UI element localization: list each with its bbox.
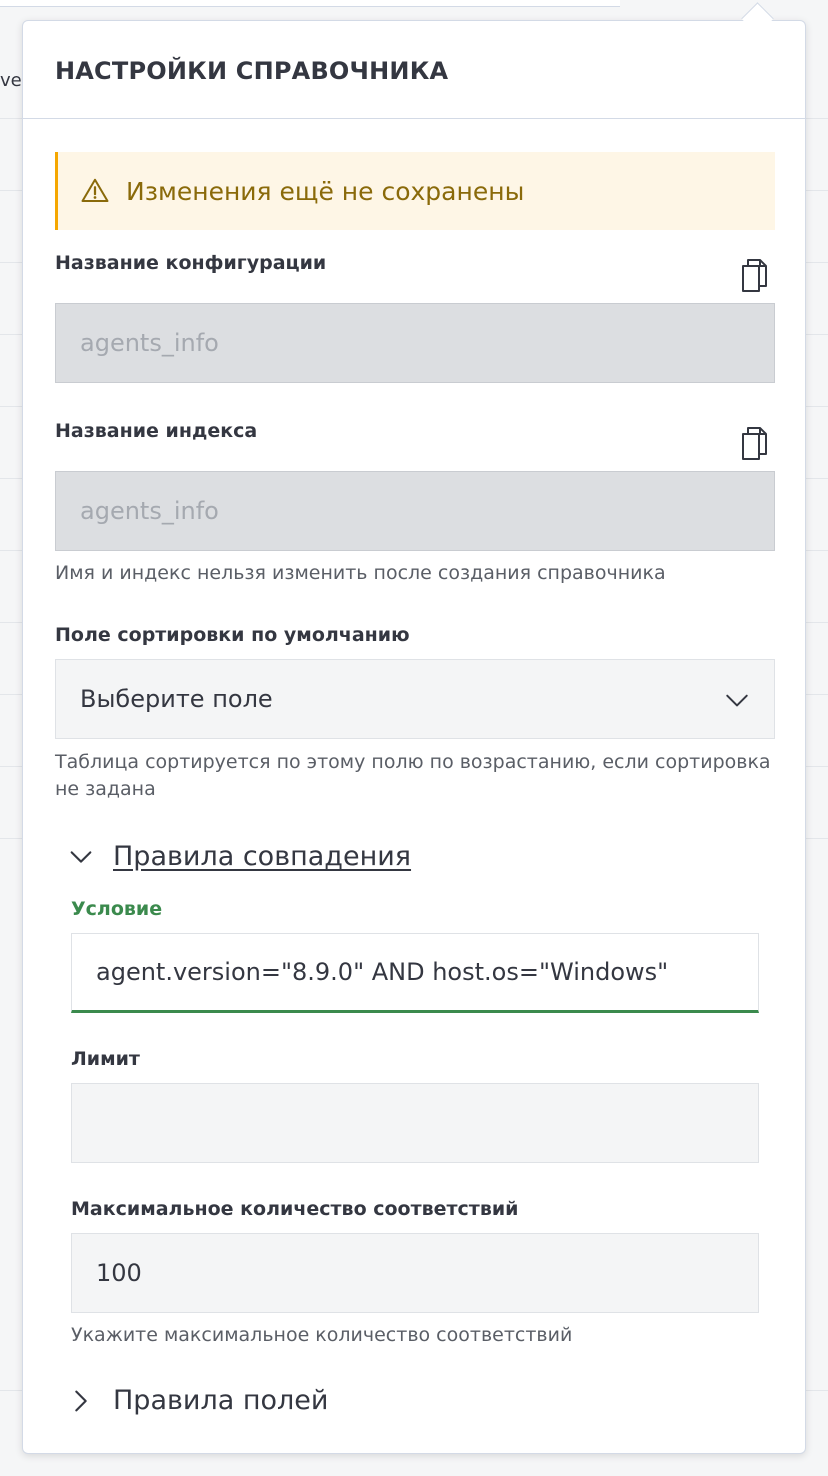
field-rules-toggle[interactable]: Правила полей (67, 1385, 328, 1416)
condition-value: agent.version="8.9.0" AND host.os="Windo… (96, 958, 669, 986)
max-matches-label: Максимальное количество соответствий (71, 1198, 519, 1220)
max-matches-help-text: Укажите максимальное количество соответс… (71, 1324, 573, 1346)
max-matches-value: 100 (96, 1259, 142, 1287)
limit-input[interactable] (71, 1083, 759, 1163)
max-matches-input[interactable]: 100 (71, 1233, 759, 1313)
condition-label: Условие (71, 898, 163, 920)
copy-icon (742, 427, 767, 460)
chevron-right-icon (75, 1390, 87, 1411)
limit-label: Лимит (71, 1048, 140, 1070)
index-name-field[interactable]: agents_info (55, 471, 775, 551)
name-index-help-text: Имя и индекс нельзя изменить после созда… (55, 562, 666, 584)
sort-field-help-text: Таблица сортируется по этому полю по воз… (55, 751, 771, 800)
chevron-down-icon (726, 694, 748, 707)
condition-input[interactable]: agent.version="8.9.0" AND host.os="Windo… (71, 933, 759, 1013)
copy-config-name-button[interactable] (737, 257, 769, 293)
field-rules-title: Правила полей (113, 1385, 329, 1416)
sort-field-select[interactable]: Выберите поле (55, 659, 775, 739)
config-name-label: Название конфигурации (55, 252, 327, 274)
background-clipped-text: ver (0, 70, 22, 91)
config-name-value: agents_info (80, 329, 219, 357)
popover-header: НАСТРОЙКИ СПРАВОЧНИКА (23, 21, 805, 119)
match-rules-toggle[interactable]: Правила совпадения (67, 841, 411, 872)
sort-field-selected-value: Выберите поле (80, 685, 273, 713)
config-name-field[interactable]: agents_info (55, 303, 775, 383)
index-name-label: Название индекса (55, 420, 258, 442)
sort-field-label: Поле сортировки по умолчанию (55, 624, 410, 646)
match-rules-title: Правила совпадения (113, 841, 412, 872)
index-name-value: agents_info (80, 497, 219, 525)
copy-icon (742, 259, 767, 292)
copy-index-name-button[interactable] (737, 425, 769, 461)
background-top-bar (0, 0, 620, 7)
chevron-down-icon (70, 850, 92, 863)
popover-title: НАСТРОЙКИ СПРАВОЧНИКА (55, 57, 449, 85)
unsaved-changes-callout: Изменения ещё не сохранены (55, 152, 775, 230)
callout-text: Изменения ещё не сохранены (126, 176, 525, 206)
settings-popover: НАСТРОЙКИ СПРАВОЧНИКА Изменения ещё не с… (22, 20, 806, 1454)
warning-triangle-icon (81, 178, 109, 202)
